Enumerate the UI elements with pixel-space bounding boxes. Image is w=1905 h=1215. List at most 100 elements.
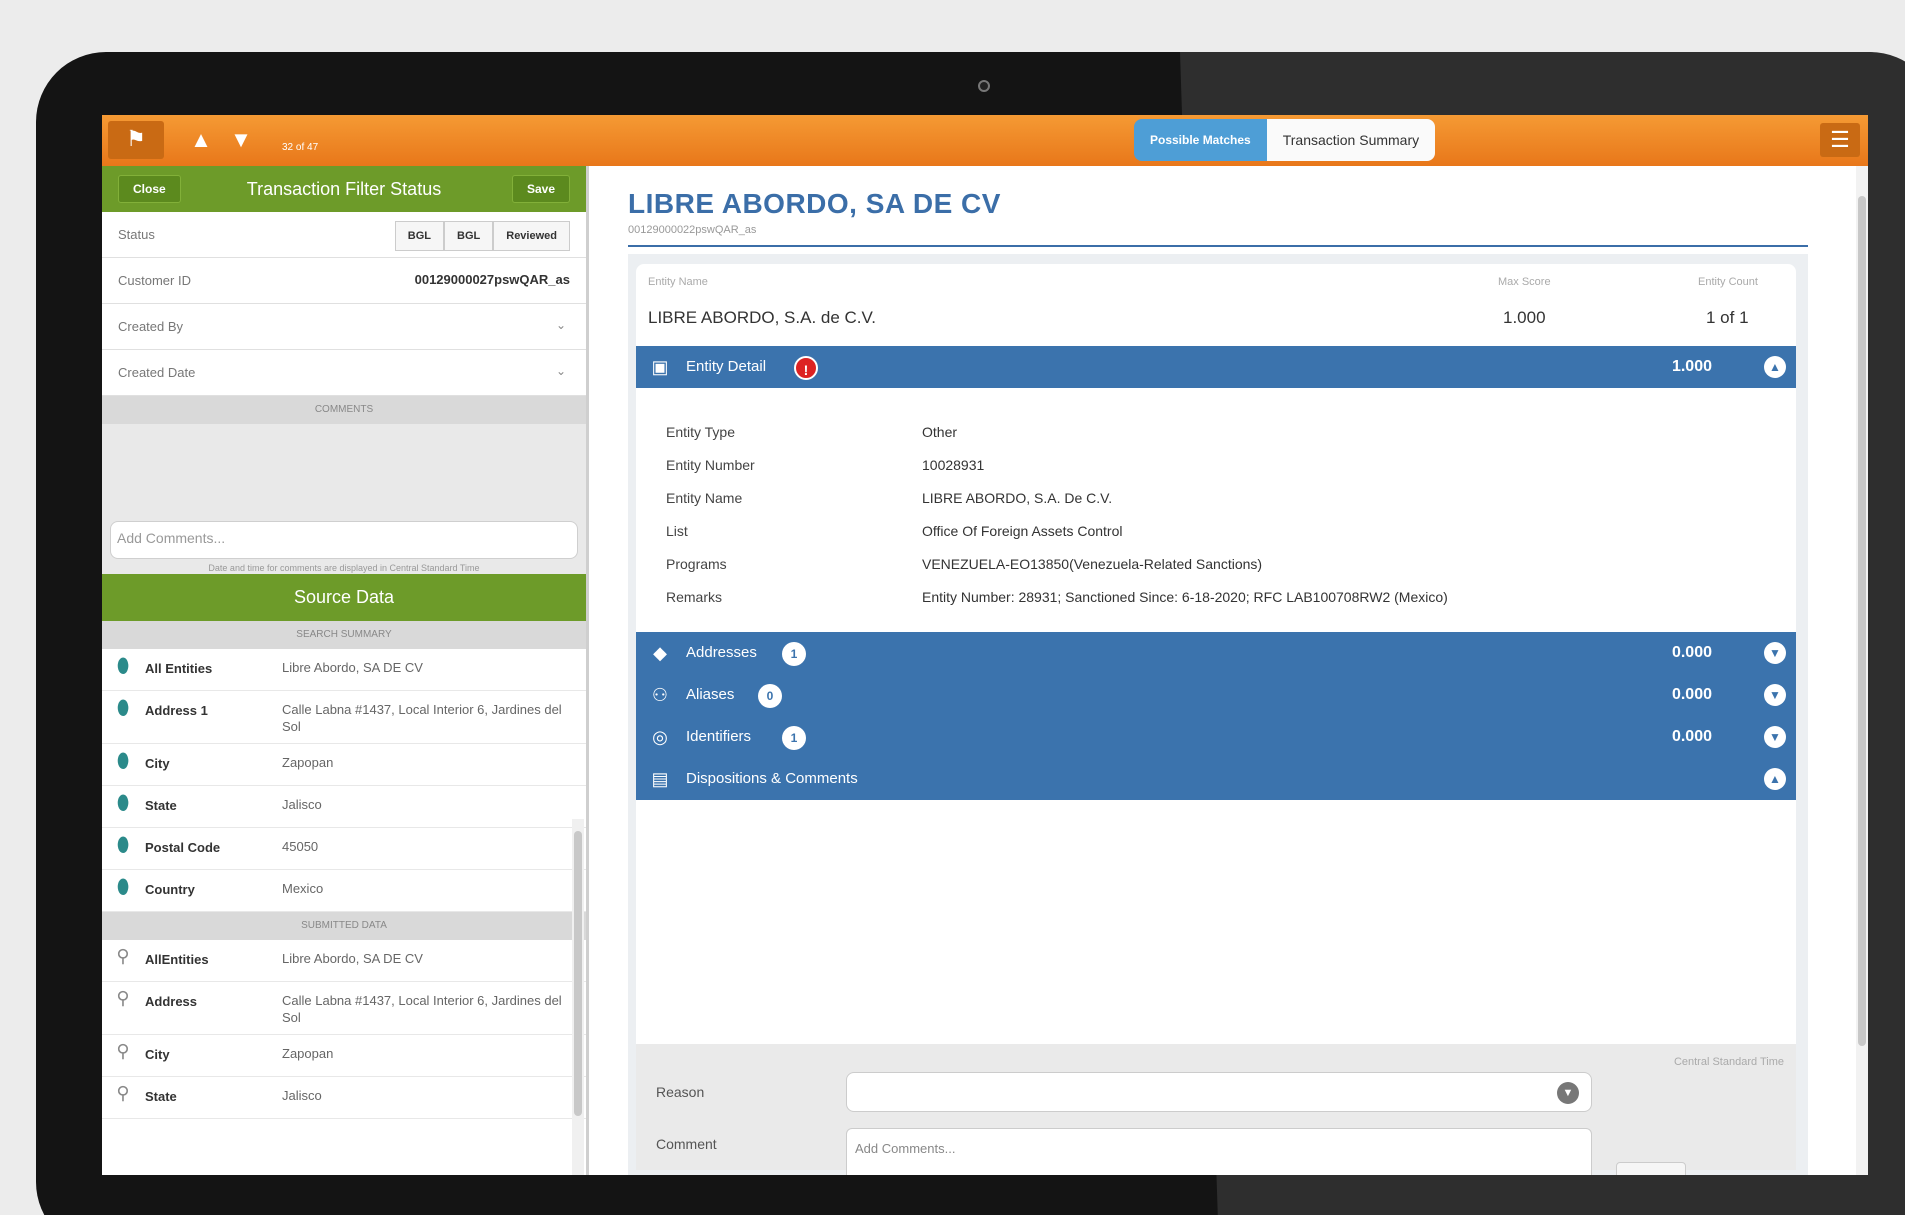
map-pin-icon: ⬮ xyxy=(116,834,130,856)
page-title: LIBRE ABORDO, SA DE CV xyxy=(628,188,1001,219)
submit-button[interactable] xyxy=(1616,1162,1686,1175)
map-pin-icon: ⬮ xyxy=(116,750,130,772)
map-pin-icon: ⬮ xyxy=(116,697,130,719)
people-icon: ⚇ xyxy=(651,685,669,705)
aliases-label: Aliases xyxy=(686,686,735,703)
comment-label: Comment xyxy=(656,1136,717,1152)
identifiers-label: Identifiers xyxy=(686,728,752,745)
next-arrow-icon[interactable]: ▼ xyxy=(224,125,258,155)
status-button-group: BGL BGL Reviewed xyxy=(394,221,570,251)
addresses-bar[interactable]: ◆ Addresses 1 0.000 ▼ xyxy=(636,632,1796,674)
identifiers-bar[interactable]: ◎ Identifiers 1 0.000 ▼ xyxy=(636,716,1796,758)
aliases-score: 0.000 xyxy=(1671,686,1712,703)
chevron-down-icon: ⌄ xyxy=(555,318,566,332)
list-item[interactable]: ⬮ Address 1 Calle Labna #1437, Local Int… xyxy=(102,691,586,744)
identifiers-score: 0.000 xyxy=(1671,728,1712,745)
list-item[interactable]: ⬮ All Entities Libre Abordo, SA DE CV xyxy=(102,649,586,691)
reason-label: Reason xyxy=(656,1084,705,1100)
list-item[interactable]: ⚲ State Jalisco xyxy=(102,1077,586,1119)
submitted-data-header: SUBMITTED DATA xyxy=(102,912,586,940)
created-date-row[interactable]: Created Date ⌄ xyxy=(102,350,586,396)
search-icon: ⚲ xyxy=(116,1083,130,1103)
dispositions-label: Dispositions & Comments xyxy=(686,770,858,787)
left-scrollbar[interactable] xyxy=(572,819,584,1175)
dispositions-bar[interactable]: ▤ Dispositions & Comments ▲ xyxy=(636,758,1796,800)
scrollbar-thumb[interactable] xyxy=(574,831,582,1116)
list-item[interactable]: ⬮ Postal Code 45050 xyxy=(102,828,586,870)
aliases-count-badge: 0 xyxy=(758,684,782,708)
comment-timezone-note: Date and time for comments are displayed… xyxy=(208,563,480,573)
tab-possible-matches[interactable]: Possible Matches xyxy=(1134,119,1267,161)
match-card-container: Entity Name LIBRE ABORDO, S.A. de C.V. M… xyxy=(628,254,1808,1175)
entity-name-value: LIBRE ABORDO, S.A. de C.V. xyxy=(648,308,877,327)
tab-transaction-summary[interactable]: Transaction Summary xyxy=(1266,119,1436,161)
chevron-down-icon[interactable]: ▼ xyxy=(1764,726,1786,748)
list-item[interactable]: ⚲ AllEntities Libre Abordo, SA DE CV xyxy=(102,940,586,982)
close-button[interactable]: Close xyxy=(118,175,181,203)
created-date-label: Created Date xyxy=(118,365,196,380)
addresses-score: 0.000 xyxy=(1671,644,1712,661)
max-score-label: Max Score xyxy=(1498,276,1551,288)
list-item[interactable]: ⚲ Address Calle Labna #1437, Local Inter… xyxy=(102,982,586,1035)
map-pin-icon: ⬮ xyxy=(116,876,130,898)
scrollbar-thumb[interactable] xyxy=(1858,196,1866,1046)
chevron-up-icon[interactable]: ▲ xyxy=(1764,356,1786,378)
search-icon: ⚲ xyxy=(116,1041,130,1061)
max-score-value: 1.000 xyxy=(1503,308,1546,327)
hamburger-menu-icon[interactable]: ☰ xyxy=(1820,123,1860,157)
search-icon: ⚲ xyxy=(116,988,130,1008)
customer-id-row: Customer ID 00129000027pswQAR_as xyxy=(102,258,586,304)
map-pin-icon: ⬮ xyxy=(116,792,130,814)
entity-detail-bar[interactable]: ▣ Entity Detail ! 1.000 ▲ xyxy=(636,346,1796,388)
list-item[interactable]: ⚲ City Zapopan xyxy=(102,1035,586,1077)
search-icon: ⚲ xyxy=(116,946,130,966)
aliases-bar[interactable]: ⚇ Aliases 0 0.000 ▼ xyxy=(636,674,1796,716)
source-data-header: Source Data xyxy=(102,574,586,621)
list-item[interactable]: ⬮ City Zapopan xyxy=(102,744,586,786)
app-screen: ⚑ ▲ ▼ 32 of 47 Possible Matches Transact… xyxy=(102,115,1868,1175)
disposition-form: Central Standard Time Reason ▼ Comment A… xyxy=(636,1044,1796,1175)
record-counter: 32 of 47 xyxy=(282,142,319,153)
right-panel: LIBRE ABORDO, SA DE CV 00129000022pswQAR… xyxy=(592,166,1868,1175)
status-button-bgl-2[interactable]: BGL xyxy=(444,221,494,251)
flag-location-icon[interactable]: ⚑ xyxy=(108,121,164,159)
left-panel: Transaction Filter Status Close Save Sta… xyxy=(102,166,589,1175)
status-label: Status xyxy=(118,227,155,242)
timezone-note: Central Standard Time xyxy=(1673,1056,1784,1068)
list-item[interactable]: ⬮ State Jalisco xyxy=(102,786,586,828)
status-button-bgl-1[interactable]: BGL xyxy=(394,221,445,251)
title-divider xyxy=(628,245,1808,247)
reason-select[interactable]: ▼ xyxy=(846,1072,1592,1112)
identifiers-count-badge: 1 xyxy=(782,726,806,750)
addresses-label: Addresses xyxy=(686,644,757,661)
addresses-count-badge: 1 xyxy=(782,642,806,666)
camera-icon xyxy=(978,80,990,92)
created-by-row[interactable]: Created By ⌄ xyxy=(102,304,586,350)
list-item[interactable]: ⬮ Country Mexico xyxy=(102,870,586,912)
match-card: Entity Name LIBRE ABORDO, S.A. de C.V. M… xyxy=(636,264,1796,1175)
disposition-comment-input[interactable]: Add Comments... xyxy=(846,1128,1592,1175)
save-button[interactable]: Save xyxy=(511,175,570,203)
top-toolbar: ⚑ ▲ ▼ 32 of 47 Possible Matches Transact… xyxy=(102,115,1868,166)
entity-detail-score: 1.000 xyxy=(1671,358,1712,375)
right-scrollbar[interactable] xyxy=(1856,166,1868,1175)
comments-header: COMMENTS xyxy=(102,396,586,424)
map-pin-icon: ⬮ xyxy=(116,655,130,677)
customer-id-value: 00129000027pswQAR_as xyxy=(414,272,570,287)
fingerprint-icon: ◎ xyxy=(652,727,668,747)
record-id: 00129000022pswQAR_as xyxy=(628,224,757,236)
previous-arrow-icon[interactable]: ▲ xyxy=(184,125,218,155)
view-tabs: Possible Matches Transaction Summary xyxy=(1134,119,1436,161)
document-icon: ▤ xyxy=(651,769,669,789)
comments-area: Add Comments... Date and time for commen… xyxy=(102,424,586,574)
chevron-down-icon[interactable]: ▼ xyxy=(1764,642,1786,664)
chevron-down-icon[interactable]: ▼ xyxy=(1764,684,1786,706)
entity-count-label: Entity Count xyxy=(1698,276,1758,288)
created-by-label: Created By xyxy=(118,319,184,334)
comment-input[interactable]: Add Comments... xyxy=(110,521,578,559)
status-button-reviewed[interactable]: Reviewed xyxy=(493,221,570,251)
chevron-down-icon: ▼ xyxy=(1557,1082,1579,1104)
chevron-up-icon[interactable]: ▲ xyxy=(1764,768,1786,790)
entity-count-value: 1 of 1 xyxy=(1706,308,1749,327)
search-summary-header: SEARCH SUMMARY xyxy=(102,621,586,649)
